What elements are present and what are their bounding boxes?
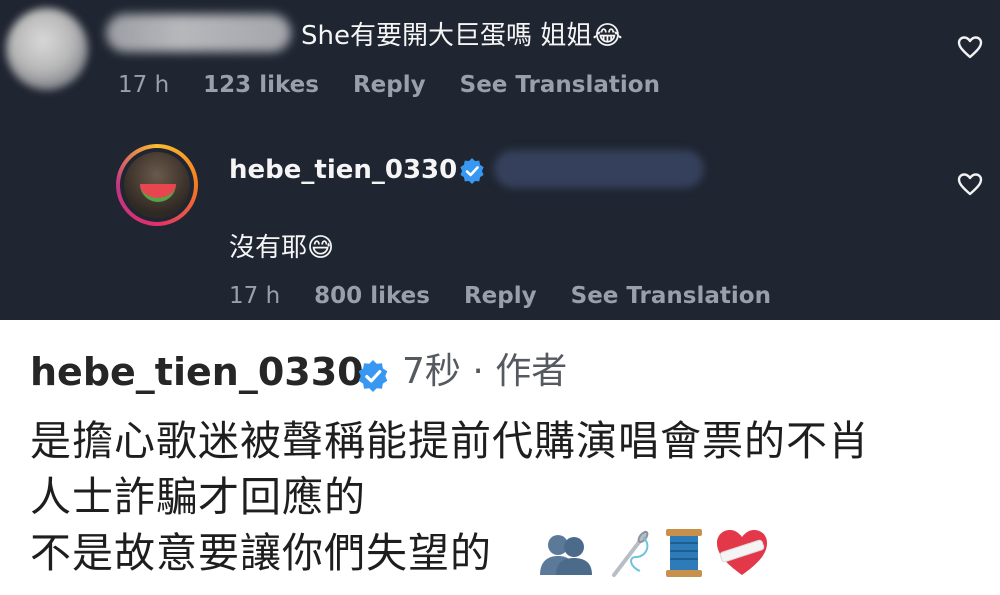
comment-time: 17 h [118, 72, 170, 98]
post-comment-panel: hebe_tien_0330 7秒 · 作者 是擔心歌迷被聲稱能提前代購演唱會票… [0, 320, 1000, 595]
instagram-comments-panel: She有要開大巨蛋嗎 姐姐😂 17 h 123 likes Reply See … [0, 0, 1000, 320]
reply-meta: 17 h 800 likes Reply See Translation [229, 281, 797, 311]
post-text-line: 是擔心歌迷被聲稱能提前代購演唱會票的不肖 [30, 417, 870, 465]
reply-username[interactable]: hebe_tien_0330 [229, 152, 457, 188]
busts-in-silhouette-icon [540, 535, 592, 575]
hebe-avatar[interactable] [116, 144, 198, 226]
post-text-line: 人士詐騙才回應的 [30, 473, 366, 521]
verified-badge-icon [460, 158, 484, 184]
blurred-avatar[interactable] [6, 8, 88, 90]
reply-time: 17 h [229, 283, 281, 309]
spool-of-thread-icon [666, 529, 702, 577]
reply-button[interactable]: Reply [353, 72, 426, 98]
heart-outline-icon[interactable] [957, 172, 983, 196]
post-text-line: 不是故意要讓你們失望的 [30, 529, 492, 577]
blurred-mention[interactable] [494, 150, 704, 188]
post-username[interactable]: hebe_tien_0330 [30, 348, 364, 396]
reply-likes[interactable]: 800 likes [314, 283, 430, 309]
sewing-needle-icon [612, 530, 649, 577]
reply-text: 沒有耶😅 [229, 233, 335, 263]
verified-badge-icon [358, 360, 388, 392]
watermelon-avatar-image [124, 152, 190, 218]
emoji-row [536, 526, 770, 580]
see-translation-button[interactable]: See Translation [460, 72, 660, 98]
comment-text: She有要開大巨蛋嗎 姐姐😂 [301, 21, 623, 51]
blurred-username[interactable] [106, 14, 291, 52]
post-meta: 7秒 · 作者 [402, 351, 568, 392]
reply-button[interactable]: Reply [464, 283, 537, 309]
mending-heart-icon [717, 530, 767, 575]
comment-meta: 17 h 123 likes Reply See Translation [118, 70, 686, 100]
see-translation-button[interactable]: See Translation [571, 283, 771, 309]
heart-outline-icon[interactable] [957, 35, 983, 59]
comment-likes[interactable]: 123 likes [203, 72, 319, 98]
